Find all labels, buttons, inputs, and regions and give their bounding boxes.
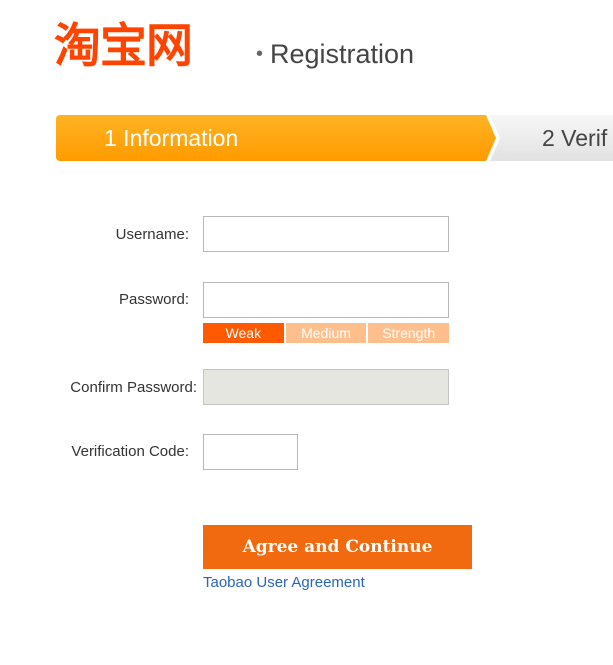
password-label: Password: <box>118 291 189 308</box>
title-separator-dot: • <box>256 43 264 65</box>
strength-strong: Strength <box>368 323 450 343</box>
user-agreement-link[interactable]: Taobao User Agreement <box>203 574 365 592</box>
confirm-password-label: Confirm Password: <box>70 379 197 396</box>
username-label: Username: <box>115 226 189 243</box>
confirm-password-input[interactable] <box>203 369 449 405</box>
password-input[interactable] <box>203 282 449 318</box>
agree-and-continue-button[interactable]: Agree and Continue <box>203 525 472 569</box>
verification-code-input[interactable] <box>203 434 298 470</box>
step-1-label: 1 Information <box>104 125 239 151</box>
password-strength-meter: Weak Medium Strength <box>203 323 450 343</box>
verification-code-label: Verification Code: <box>71 443 189 460</box>
taobao-logo: 淘宝网 <box>54 19 193 74</box>
step-2-label: 2 Verif <box>542 125 608 151</box>
username-input[interactable] <box>203 216 449 252</box>
strength-medium: Medium <box>285 323 367 343</box>
strength-weak: Weak <box>203 323 284 343</box>
page-title: Registration <box>270 39 415 69</box>
